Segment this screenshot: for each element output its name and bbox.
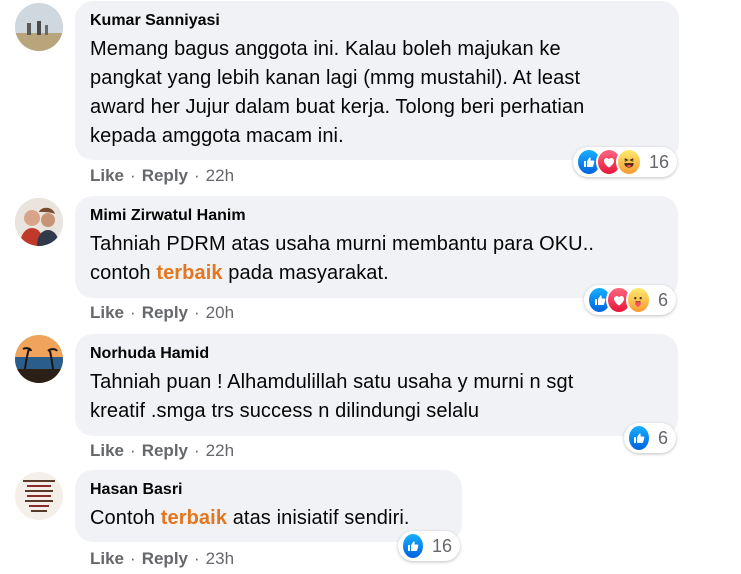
like-link[interactable]: Like xyxy=(90,303,124,322)
reply-link[interactable]: Reply xyxy=(142,303,188,322)
comment-time[interactable]: 23h xyxy=(206,549,234,568)
comment-text-line: pangkat yang lebih kanan lagi (mmg musta… xyxy=(90,67,581,89)
comment-author[interactable]: Norhuda Hamid xyxy=(90,344,663,364)
comment-bubble: Mimi Zirwatul Hanim Tahniah PDRM atas us… xyxy=(75,196,678,298)
like-link[interactable]: Like xyxy=(90,549,124,568)
comment-time[interactable]: 20h xyxy=(206,303,234,322)
comment-text: Tahniah PDRM atas usaha murni membantu p… xyxy=(90,230,663,288)
comment-text: Memang bagus anggota ini. Kalau boleh ma… xyxy=(90,35,664,151)
comment-text-line: award her Jujur dalam buat kerja. Tolong… xyxy=(90,96,585,118)
comment-actions: Like · Reply · 22h xyxy=(90,441,235,460)
care-icon xyxy=(625,286,651,314)
reaction-summary[interactable]: 16 xyxy=(573,147,677,177)
haha-icon xyxy=(615,148,642,176)
comment-text-line: contoh terbaik pada masyarakat. xyxy=(90,262,389,284)
comment-actions: Like · Reply · 22h xyxy=(90,166,235,185)
comment-text: Contoh terbaik atas inisiatif sendiri. xyxy=(90,504,447,533)
reaction-summary[interactable]: 16 xyxy=(398,531,460,561)
reaction-count: 6 xyxy=(657,289,668,310)
like-link[interactable]: Like xyxy=(90,166,124,185)
avatar[interactable] xyxy=(15,3,63,51)
comment-text-line: kepada amggota macam ini. xyxy=(90,125,344,147)
comment-author[interactable]: Hasan Basri xyxy=(90,480,447,500)
reply-link[interactable]: Reply xyxy=(142,166,188,185)
avatar[interactable] xyxy=(15,335,63,383)
reaction-summary[interactable]: 6 xyxy=(624,423,676,453)
comment-author[interactable]: Mimi Zirwatul Hanim xyxy=(90,206,663,226)
comment-bubble: Norhuda Hamid Tahniah puan ! Alhamdulill… xyxy=(75,334,678,436)
like-link[interactable]: Like xyxy=(90,441,124,460)
keyword-link[interactable]: terbaik xyxy=(161,507,227,529)
reply-link[interactable]: Reply xyxy=(142,549,188,568)
comment-text-line: Tahniah PDRM atas usaha murni membantu p… xyxy=(90,233,595,255)
comment-text-line: kreatif .smga trs success n dilindungi s… xyxy=(90,400,480,422)
reaction-count: 16 xyxy=(431,535,452,556)
comment-text: Tahniah puan ! Alhamdulillah satu usaha … xyxy=(90,368,663,426)
reaction-count: 16 xyxy=(648,151,669,172)
avatar[interactable] xyxy=(15,472,63,520)
reaction-summary[interactable]: 6 xyxy=(584,285,676,315)
reply-link[interactable]: Reply xyxy=(142,441,188,460)
comment-time[interactable]: 22h xyxy=(206,166,234,185)
comment-actions: Like · Reply · 23h xyxy=(90,549,235,568)
comment-bubble: Hasan Basri Contoh terbaik atas inisiati… xyxy=(75,470,462,542)
comment-text-line: Tahniah puan ! Alhamdulillah satu usaha … xyxy=(90,371,574,393)
comment-author[interactable]: Kumar Sanniyasi xyxy=(90,11,664,31)
comment-text-line: Memang bagus anggota ini. Kalau boleh ma… xyxy=(90,38,561,60)
comment-time[interactable]: 22h xyxy=(206,441,234,460)
avatar[interactable] xyxy=(15,198,63,246)
reaction-count: 6 xyxy=(657,427,668,448)
comment-text-line: Contoh terbaik atas inisiatif sendiri. xyxy=(90,507,410,529)
comment-bubble: Kumar Sanniyasi Memang bagus anggota ini… xyxy=(75,1,679,160)
like-icon xyxy=(627,424,651,452)
keyword-link[interactable]: terbaik xyxy=(156,262,222,284)
comment-actions: Like · Reply · 20h xyxy=(90,303,235,322)
like-icon xyxy=(401,532,425,560)
